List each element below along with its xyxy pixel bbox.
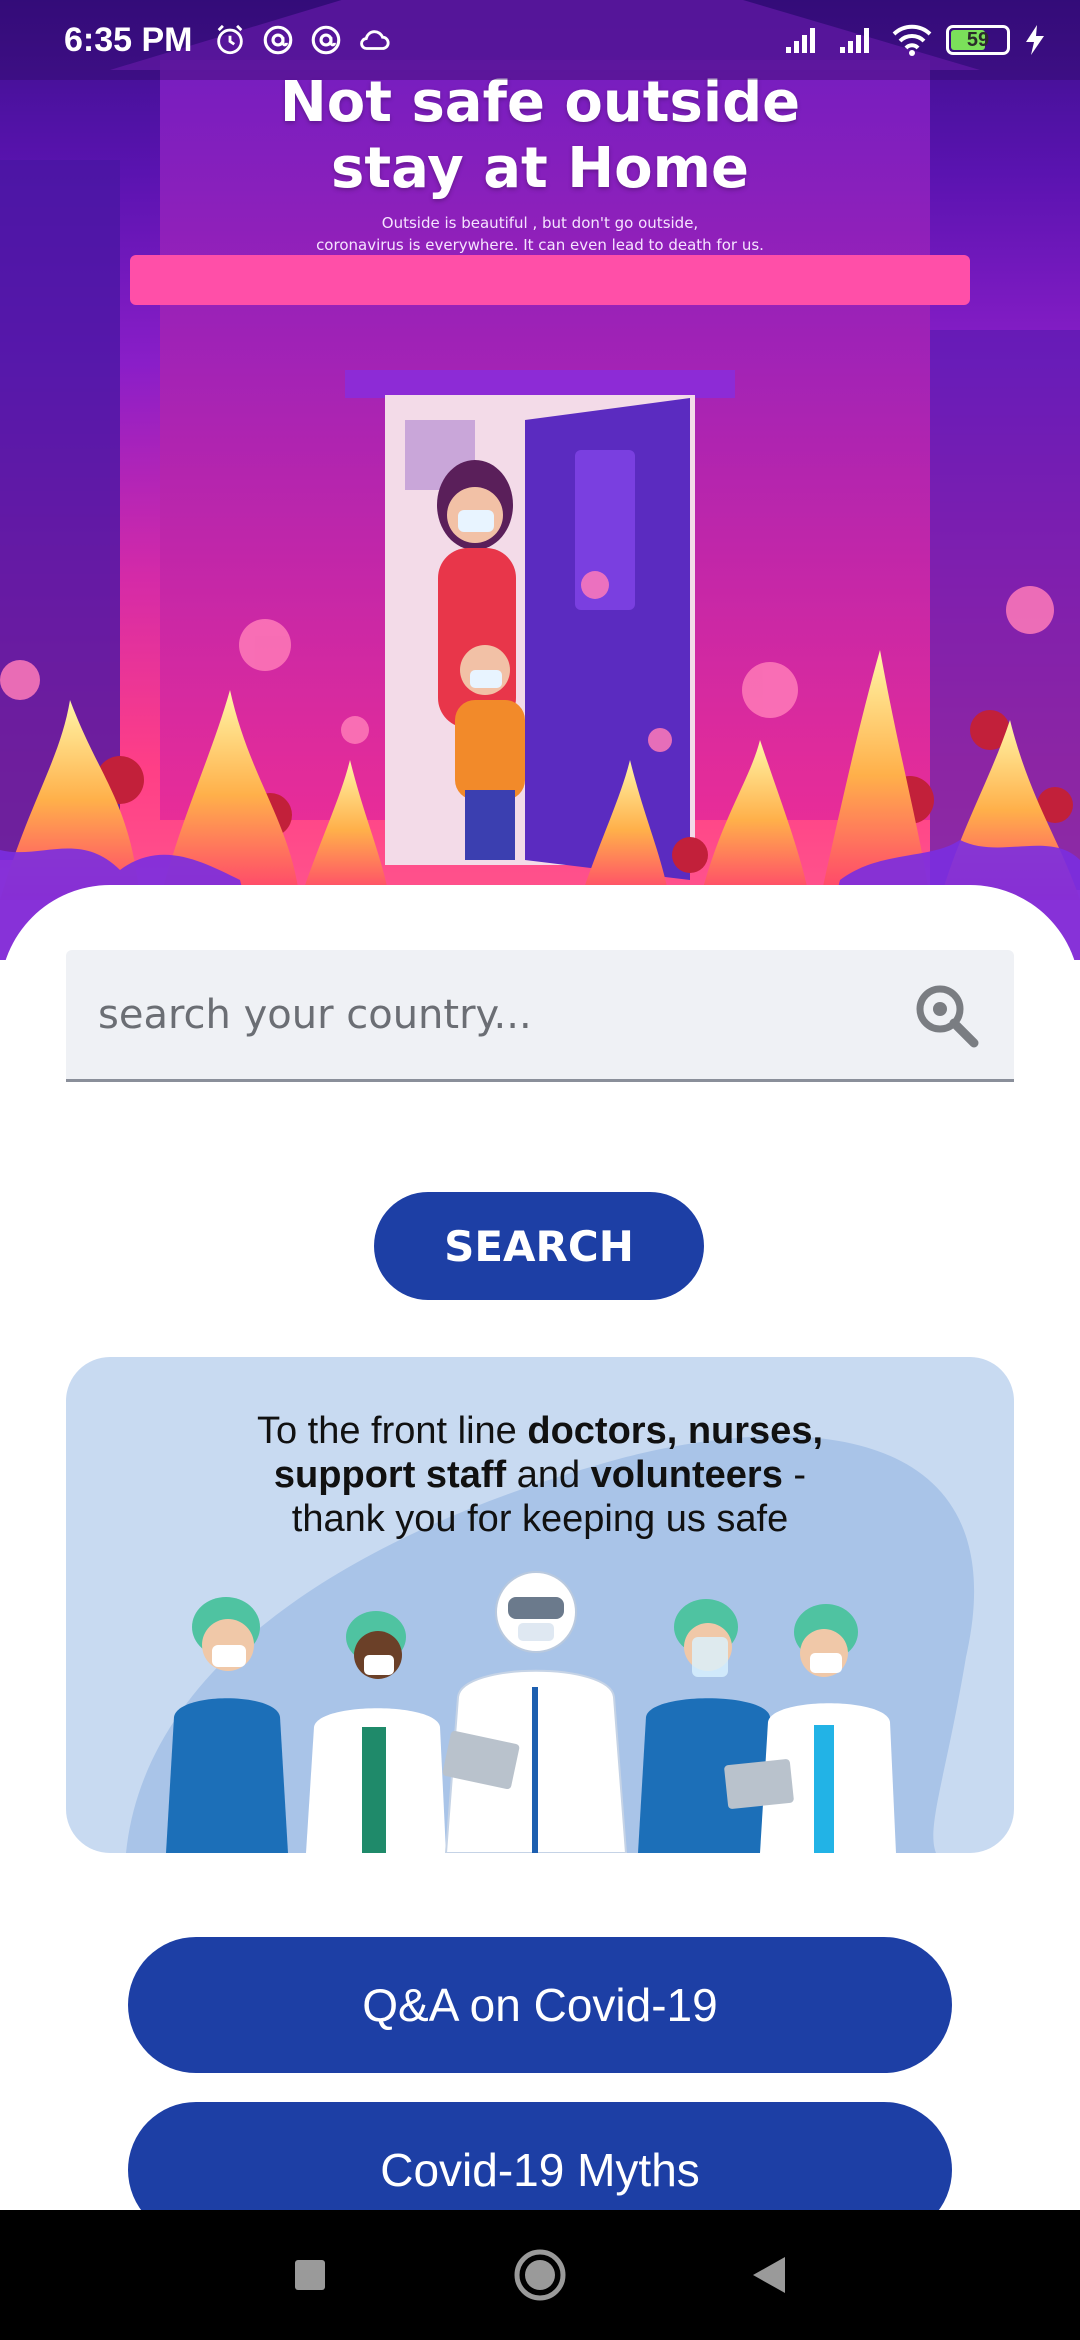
search-field[interactable]	[66, 950, 1014, 1082]
hero-subtitle: Outside is beautiful , but don't go outs…	[0, 212, 1080, 256]
navigation-bar	[0, 2210, 1080, 2340]
thanks-message: To the front line doctors, nurses, suppo…	[66, 1409, 1014, 1541]
hero-title: Not safe outside stay at Home	[0, 70, 1080, 202]
charging-icon	[1026, 25, 1044, 55]
home-button[interactable]	[510, 2245, 570, 2305]
back-triangle-icon	[753, 2257, 785, 2293]
hero-subtitle-line2: coronavirus is everywhere. It can even l…	[316, 236, 764, 254]
hero-banner: Not safe outside stay at Home Outside is…	[0, 0, 1080, 960]
at-sign-icon	[263, 25, 292, 55]
battery-icon: 59	[946, 25, 1010, 55]
signal-icon	[786, 28, 815, 53]
thanks-part1: To the front line	[256, 1410, 528, 1452]
status-bar: 6:35 PM 59	[0, 0, 1080, 80]
status-time: 6:35 PM	[64, 20, 193, 59]
thanks-bold2: support staff	[273, 1454, 507, 1496]
status-notification-icons	[213, 23, 391, 57]
search-location-icon[interactable]	[910, 979, 982, 1051]
home-circle-icon	[514, 2249, 566, 2301]
thanks-line3: thank you for keeping us safe	[291, 1498, 789, 1540]
recents-button[interactable]	[280, 2245, 340, 2305]
at-sign-icon	[311, 25, 340, 55]
alarm-icon	[216, 24, 243, 55]
thanks-line2: support staff and volunteers -	[66, 1453, 1014, 1497]
qa-covid-button[interactable]: Q&A on Covid-19	[128, 1937, 952, 2073]
thanks-card: To the front line doctors, nurses, suppo…	[66, 1357, 1014, 1853]
thanks-line1: To the front line doctors, nurses,	[66, 1409, 1014, 1453]
signal-icon	[840, 28, 869, 53]
search-input[interactable]	[98, 991, 910, 1038]
recents-square-icon	[295, 2260, 325, 2290]
hero-subtitle-line1: Outside is beautiful , but don't go outs…	[381, 214, 699, 232]
back-button[interactable]	[740, 2245, 800, 2305]
thanks-bold1: doctors, nurses,	[527, 1410, 824, 1452]
battery-percent: 59	[966, 28, 990, 51]
cloud-icon	[359, 30, 389, 50]
thanks-bold3: volunteers	[590, 1454, 783, 1496]
hero-title-line2: stay at Home	[331, 136, 749, 201]
wifi-icon	[892, 24, 932, 56]
search-button[interactable]: SEARCH	[374, 1192, 704, 1300]
status-system-icons: 59	[784, 24, 1046, 56]
thanks-part3: -	[782, 1454, 807, 1496]
thanks-part2: and	[506, 1454, 591, 1496]
